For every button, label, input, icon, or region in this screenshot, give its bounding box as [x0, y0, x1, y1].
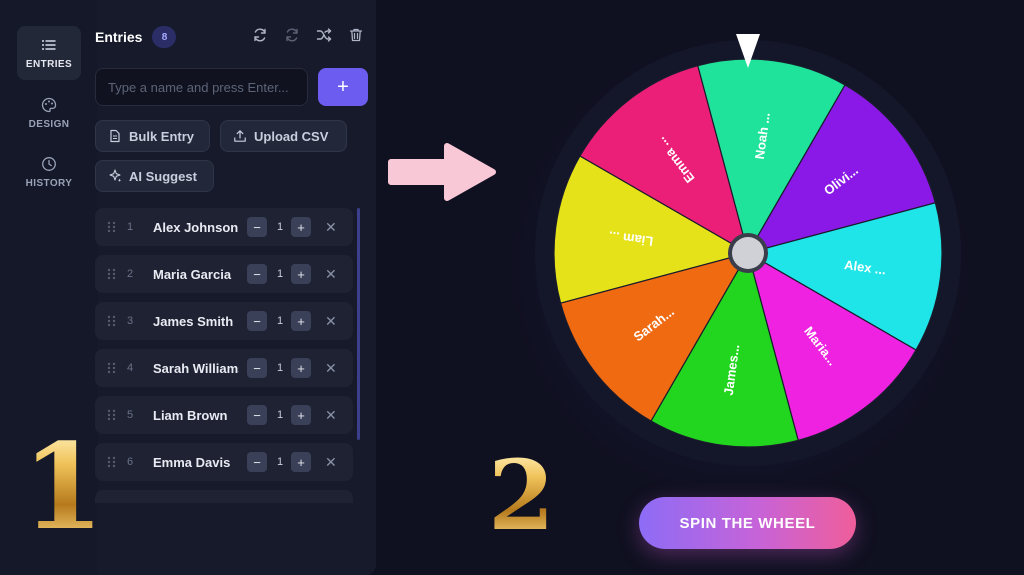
shuffle-icon[interactable]: [315, 26, 333, 44]
bulk-entry-button[interactable]: Bulk Entry: [95, 120, 210, 152]
entry-row[interactable]: 4 Sarah Williams −1 + ✕: [95, 349, 353, 387]
document-icon: [110, 129, 120, 143]
entry-weight: 1: [276, 456, 284, 468]
entry-count-badge: 8: [152, 26, 177, 48]
panel-header: Entries 8: [95, 24, 365, 50]
entry-row[interactable]: 5 Liam Brown −1 + ✕: [95, 396, 353, 434]
remove-entry-button[interactable]: ✕: [325, 313, 337, 330]
prize-wheel[interactable]: Liam ... Emma ... Noah ... Olivi... Alex ...…: [533, 38, 963, 468]
clock-icon: [42, 156, 56, 171]
step-number-two: 2: [488, 439, 555, 552]
entry-row[interactable]: 6 Emma Davis −1 + ✕: [95, 443, 353, 481]
entry-number: 2: [127, 268, 134, 280]
drag-handle-icon[interactable]: [107, 221, 117, 233]
drag-handle-icon[interactable]: [107, 268, 117, 280]
trash-icon[interactable]: [347, 26, 365, 44]
palette-icon: [41, 97, 57, 112]
entries-app-panel: ENTRIES DESIGN HISTORY Entries 8 + Bulk …: [0, 0, 376, 575]
entry-number: 1: [127, 221, 134, 233]
upload-icon: [234, 130, 246, 142]
rail-item-history[interactable]: HISTORY: [17, 145, 81, 199]
ai-suggest-label: AI Suggest: [129, 168, 197, 184]
name-input[interactable]: [95, 68, 308, 106]
decrease-weight-button[interactable]: −: [247, 405, 267, 425]
bulk-entry-label: Bulk Entry: [129, 128, 195, 144]
entry-name: Alex Johnson: [153, 219, 239, 235]
list-icon: [42, 39, 56, 50]
rail-label-entries: ENTRIES: [25, 58, 73, 70]
rail-item-design[interactable]: DESIGN: [17, 86, 81, 140]
entry-name: Maria Garcia: [153, 266, 232, 282]
entry-name: James Smith: [153, 313, 234, 329]
entry-weight: 1: [276, 362, 284, 374]
remove-entry-button[interactable]: ✕: [325, 266, 337, 283]
step-number-one: 1: [22, 417, 105, 556]
entry-weight: 1: [276, 409, 284, 421]
upload-csv-button[interactable]: Upload CSV: [220, 120, 347, 152]
drag-handle-icon[interactable]: [107, 409, 117, 421]
entry-weight: 1: [276, 315, 284, 327]
decrease-weight-button[interactable]: −: [247, 311, 267, 331]
entry-number: 3: [127, 315, 134, 327]
increase-weight-button[interactable]: +: [291, 264, 311, 284]
increase-weight-button[interactable]: +: [291, 405, 311, 425]
rail-item-entries[interactable]: ENTRIES: [17, 26, 81, 80]
decrease-weight-button[interactable]: −: [247, 452, 267, 472]
entry-row[interactable]: 3 James Smith −1 + ✕: [95, 302, 353, 340]
entry-row[interactable]: [95, 490, 353, 503]
decrease-weight-button[interactable]: −: [247, 264, 267, 284]
entry-name: Liam Brown: [153, 407, 228, 423]
entry-name: Sarah Williams: [153, 360, 239, 376]
reset-icon[interactable]: [283, 26, 301, 44]
drag-handle-icon[interactable]: [107, 315, 117, 327]
wheel-hub: [732, 237, 764, 269]
entry-list-scrollbar[interactable]: [357, 208, 360, 440]
decrease-weight-button[interactable]: −: [247, 217, 267, 237]
increase-weight-button[interactable]: +: [291, 358, 311, 378]
entry-name: Emma Davis: [153, 454, 231, 470]
entry-weight: 1: [276, 221, 284, 233]
rail-label-history: HISTORY: [25, 177, 73, 189]
entry-number: 4: [127, 362, 134, 374]
spin-wheel-button[interactable]: SPIN THE WHEEL: [639, 497, 856, 549]
ai-suggest-button[interactable]: AI Suggest: [95, 160, 214, 192]
entry-list: 1 Alex Johnson −1 + ✕ 2 Maria Garcia −1 + ✕ 3 James…: [95, 208, 357, 503]
increase-weight-button[interactable]: +: [291, 217, 311, 237]
wheel-graphic: Liam ...Emma ... Noah ...Olivi...Alex ...…: [535, 40, 961, 466]
increase-weight-button[interactable]: +: [291, 452, 311, 472]
entries-panel: Entries 8 + Bulk Entry Upload CSV AI Sug…: [95, 0, 376, 575]
sparkle-icon: [109, 169, 122, 182]
remove-entry-button[interactable]: ✕: [325, 360, 337, 377]
wheel-pointer-icon: [736, 34, 760, 68]
remove-entry-button[interactable]: ✕: [325, 407, 337, 424]
entry-row[interactable]: 2 Maria Garcia −1 + ✕: [95, 255, 353, 293]
entry-number: 6: [127, 456, 134, 468]
remove-entry-button[interactable]: ✕: [325, 219, 337, 236]
upload-csv-label: Upload CSV: [254, 128, 329, 144]
remove-entry-button[interactable]: ✕: [325, 454, 337, 471]
arrow-right-icon: [388, 143, 496, 201]
header-actions: [251, 26, 365, 44]
decrease-weight-button[interactable]: −: [247, 358, 267, 378]
increase-weight-button[interactable]: +: [291, 311, 311, 331]
entry-number: 5: [127, 409, 134, 421]
rail-label-design: DESIGN: [28, 118, 70, 130]
panel-title: Entries: [95, 29, 143, 45]
entry-weight: 1: [276, 268, 284, 280]
drag-handle-icon[interactable]: [107, 362, 117, 374]
drag-handle-icon[interactable]: [107, 456, 117, 468]
add-entry-button[interactable]: +: [318, 68, 368, 106]
refresh-icon[interactable]: [251, 26, 269, 44]
entry-row[interactable]: 1 Alex Johnson −1 + ✕: [95, 208, 353, 246]
